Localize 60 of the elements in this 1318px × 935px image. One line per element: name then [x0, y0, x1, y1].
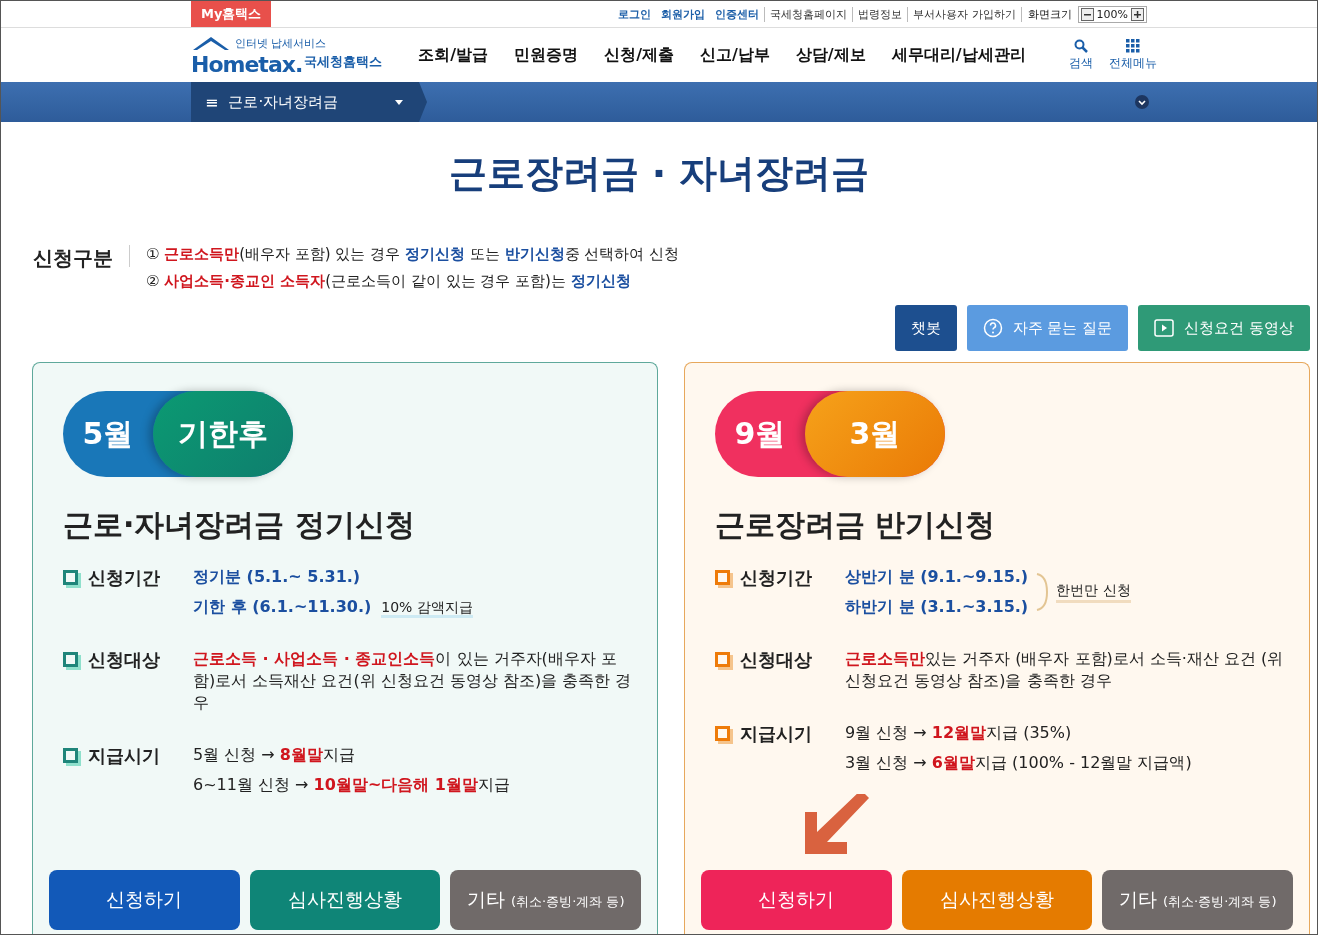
brace-icon	[1036, 572, 1049, 612]
grid-icon	[1126, 38, 1140, 53]
page-title: 근로장려금 · 자녀장려금	[447, 150, 871, 197]
expand-icon[interactable]	[1135, 95, 1149, 109]
row-label: 신청기간	[740, 566, 812, 590]
note-text: 한번만 신청	[1056, 581, 1131, 603]
row-text: 하반기 분 (3.1.~3.15.)	[845, 597, 1029, 616]
top-link[interactable]: 회원가입	[656, 6, 711, 22]
row-text: 근로소득 · 사업소득 · 종교인소득이 있는 거주자(배우자 포함)로서 소득재산 요건(위 신청요건 동영상 참조)을 충족한 경우	[193, 648, 633, 714]
main-menu-item[interactable]: 신청/제출	[604, 44, 674, 66]
row-text: 5월 신청 → 8월말지급	[193, 745, 355, 764]
row-text: 9월 신청 → 12월말지급 (35%)	[845, 723, 1072, 742]
question-icon	[982, 318, 1003, 338]
zoom-value: 100%	[1096, 7, 1128, 21]
card-title: 근로장려금 반기신청	[715, 506, 997, 544]
main-menu-item[interactable]: 세무대리/납세관리	[891, 44, 1026, 66]
main-menu-item[interactable]: 조회/발급	[418, 44, 489, 66]
top-link[interactable]: 법령정보	[852, 6, 908, 22]
row-text: 3월 신청 → 6월말지급 (100% - 12월말 지급액)	[845, 753, 1192, 772]
row-text: 6~11월 신청 → 10월말~다음해 1월말지급	[193, 775, 510, 794]
search-button[interactable]: 검색	[1069, 38, 1093, 72]
breadcrumb-menu[interactable]: ≡ 근로·자녀장려금	[191, 82, 427, 122]
card-title: 근로·자녀장려금 정기신청	[63, 506, 416, 544]
row-text: 정기분 (5.1.~ 5.31.)	[193, 567, 361, 586]
month-badge: 5월 기한후	[63, 391, 293, 477]
chatbot-button[interactable]: 챗봇	[894, 305, 957, 351]
row-label: 신청대상	[740, 648, 812, 672]
all-menu-button[interactable]: 전체메뉴	[1109, 38, 1157, 72]
intro-text: ② 사업소득·종교인 소득자(근로소득이 같이 있는 경우 포함)는 정기신청	[146, 272, 632, 291]
top-link[interactable]: 국세청홈페이지	[764, 6, 853, 22]
row-text: 근로소득만있는 거주자 (배우자 포함)로서 소득·재산 요건 (위 신청요건 동영상 참조)을 충족한 경우	[845, 648, 1285, 692]
note-text: 10% 감액지급	[381, 599, 473, 618]
month-badge: 9월 3월	[715, 391, 945, 477]
top-link[interactable]: 부서사용자 가입하기	[907, 6, 1021, 22]
zoom-label: 화면크기	[1020, 6, 1078, 22]
main-menu-item[interactable]: 상담/제보	[795, 44, 866, 66]
row-label: 지급시기	[740, 722, 812, 746]
row-label: 신청기간	[88, 566, 160, 590]
my-hometax-tab[interactable]: My홈택스	[191, 1, 272, 27]
row-text: 기한 후 (6.1.~11.30.)	[193, 597, 372, 616]
apply-button[interactable]: 신청하기	[49, 870, 240, 930]
row-label: 신청대상	[88, 648, 160, 672]
section-label: 신청구분	[33, 245, 130, 267]
apply-button[interactable]: 신청하기	[701, 870, 892, 930]
house-roof-icon	[191, 35, 231, 50]
caret-icon	[395, 99, 403, 105]
intro-text: ① 근로소득만(배우자 포함) 있는 경우 정기신청 또는 반기신청중 선택하여 신청	[146, 245, 680, 264]
review-status-button[interactable]: 심사진행상황	[249, 870, 441, 930]
main-menu-item[interactable]: 민원증명	[514, 44, 579, 66]
top-link[interactable]: 인증센터	[710, 6, 765, 22]
top-link[interactable]: 로그인	[613, 6, 657, 22]
play-icon	[1154, 319, 1175, 337]
zoom-out-icon[interactable]	[1080, 7, 1094, 21]
other-button[interactable]: 기타 (취소·증빙·계좌 등)	[1102, 870, 1293, 930]
row-text: 상반기 분 (9.1.~9.15.)	[845, 567, 1029, 586]
row-label: 지급시기	[88, 744, 160, 768]
zoom-in-icon[interactable]	[1131, 7, 1144, 21]
other-button[interactable]: 기타 (취소·증빙·계좌 등)	[450, 870, 641, 930]
main-menu-item[interactable]: 신고/납부	[699, 44, 770, 66]
search-icon	[1074, 38, 1088, 53]
